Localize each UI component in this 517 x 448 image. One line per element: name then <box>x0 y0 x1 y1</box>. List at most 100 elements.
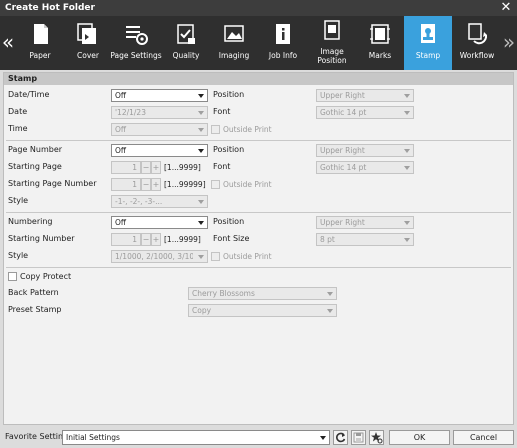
starting-page-input[interactable]: 1 <box>111 161 141 174</box>
page-settings-icon <box>126 26 148 45</box>
copy-protect-label: Copy Protect <box>20 272 72 281</box>
tab-label: Image Position <box>317 47 347 65</box>
tab-label: Paper <box>29 51 51 60</box>
style-label: Style <box>8 251 29 260</box>
tab-label: Workflow <box>459 51 495 60</box>
font-label: Font <box>213 162 231 171</box>
favorite-setting-label: Favorite Setting <box>5 432 69 441</box>
starting-page-number-label: Starting Page Number <box>8 179 97 188</box>
numbering-position-select[interactable]: Upper Right <box>316 216 414 229</box>
star-settings-icon <box>371 432 383 444</box>
tab-marks[interactable]: Marks <box>362 16 398 70</box>
date-time-select[interactable]: Off <box>111 89 208 102</box>
chevron-down-icon <box>320 436 326 440</box>
increment-button[interactable]: + <box>151 178 161 191</box>
job-info-icon <box>276 24 290 44</box>
outside-print-checkbox[interactable] <box>211 252 220 261</box>
chevron-down-icon <box>198 128 204 132</box>
chevron-down-icon <box>198 200 204 204</box>
tab-quality[interactable]: Quality <box>168 16 204 70</box>
date-label: Date <box>8 107 28 116</box>
copy-protect-checkbox[interactable] <box>8 272 17 281</box>
chevron-down-icon <box>327 292 333 296</box>
numbering-select[interactable]: Off <box>111 216 208 229</box>
tab-workflow[interactable]: Workflow <box>456 16 498 70</box>
preset-stamp-select[interactable]: Copy <box>188 304 337 317</box>
date-time-position-select[interactable]: Upper Right <box>316 89 414 102</box>
starting-page-number-stepper[interactable]: 1 − + [1...99999] <box>111 178 211 191</box>
chevron-down-icon <box>404 238 410 242</box>
font-label: Font <box>213 107 231 116</box>
chevron-down-icon <box>404 111 410 115</box>
stamp-icon <box>421 24 435 43</box>
save-favorite-button[interactable] <box>351 430 366 445</box>
starting-page-number-input[interactable]: 1 <box>111 178 141 191</box>
decrement-button[interactable]: − <box>141 161 151 174</box>
tab-imaging[interactable]: Imaging <box>214 16 254 70</box>
numbering-style-select[interactable]: 1/1000, 2/1000, 3/10... <box>111 250 208 263</box>
increment-button[interactable]: + <box>151 161 161 174</box>
numbering-font-size-select[interactable]: 8 pt <box>316 233 414 246</box>
back-pattern-select[interactable]: Cherry Blossoms <box>188 287 337 300</box>
outside-print-checkbox[interactable] <box>211 125 220 134</box>
tab-job-info[interactable]: Job Info <box>264 16 302 70</box>
category-toolbar: « Paper Cover Page Settings Quality Imag… <box>0 16 517 70</box>
starting-number-stepper[interactable]: 1 − + [1...9999] <box>111 233 211 246</box>
range-hint: [1...9999] <box>164 163 201 172</box>
cancel-button[interactable]: Cancel <box>453 430 514 445</box>
position-label: Position <box>213 217 245 226</box>
tab-label: Stamp <box>415 51 441 60</box>
increment-button[interactable]: + <box>151 233 161 246</box>
tab-paper[interactable]: Paper <box>24 16 56 70</box>
manage-favorites-button[interactable] <box>369 430 384 445</box>
time-format-select[interactable]: Off <box>111 123 208 136</box>
date-time-font-select[interactable]: Gothic 14 pt <box>316 106 414 119</box>
chevron-down-icon <box>327 309 333 313</box>
chevron-down-icon <box>404 221 410 225</box>
refresh-button[interactable] <box>333 430 348 445</box>
divider <box>6 212 511 213</box>
workflow-icon <box>468 23 488 45</box>
outside-print-label: Outside Print <box>223 252 272 261</box>
tab-label: Imaging <box>218 51 250 60</box>
favorite-setting-select[interactable]: Initial Settings <box>62 430 330 445</box>
decrement-button[interactable]: − <box>141 233 151 246</box>
page-number-label: Page Number <box>8 145 63 154</box>
chevron-down-icon <box>198 111 204 115</box>
tab-label: Page Settings <box>110 51 162 60</box>
refresh-icon <box>336 432 346 443</box>
page-number-style-select[interactable]: -1-, -2-, -3-... <box>111 195 208 208</box>
starting-number-label: Starting Number <box>8 234 75 243</box>
tab-image-position[interactable]: Image Position <box>310 16 354 70</box>
paper-icon <box>34 24 48 44</box>
outside-print-label: Outside Print <box>223 125 272 134</box>
style-label: Style <box>8 196 29 205</box>
numbering-label: Numbering <box>8 217 53 226</box>
scroll-right-icon[interactable]: » <box>502 32 516 54</box>
position-label: Position <box>213 90 245 99</box>
tab-stamp[interactable]: Stamp <box>404 16 452 70</box>
close-icon[interactable]: ✕ <box>499 0 513 16</box>
tab-page-settings[interactable]: Page Settings <box>110 16 162 70</box>
date-format-select[interactable]: '12/1/23 <box>111 106 208 119</box>
chevron-down-icon <box>198 221 204 225</box>
font-size-label: Font Size <box>213 234 250 243</box>
divider <box>6 267 511 268</box>
ok-button[interactable]: OK <box>389 430 450 445</box>
image-position-icon <box>324 20 340 40</box>
page-number-position-select[interactable]: Upper Right <box>316 144 414 157</box>
scroll-left-icon[interactable]: « <box>1 32 15 54</box>
tab-cover[interactable]: Cover <box>70 16 106 70</box>
page-number-font-select[interactable]: Gothic 14 pt <box>316 161 414 174</box>
starting-page-stepper[interactable]: 1 − + [1...9999] <box>111 161 211 174</box>
starting-number-input[interactable]: 1 <box>111 233 141 246</box>
outside-print-label: Outside Print <box>223 180 272 189</box>
outside-print-checkbox[interactable] <box>211 180 220 189</box>
chevron-down-icon <box>404 94 410 98</box>
page-number-select[interactable]: Off <box>111 144 208 157</box>
title-bar: Create Hot Folder ✕ <box>0 0 517 16</box>
decrement-button[interactable]: − <box>141 178 151 191</box>
range-hint: [1...9999] <box>164 235 201 244</box>
save-icon <box>353 432 364 443</box>
position-label: Position <box>213 145 245 154</box>
